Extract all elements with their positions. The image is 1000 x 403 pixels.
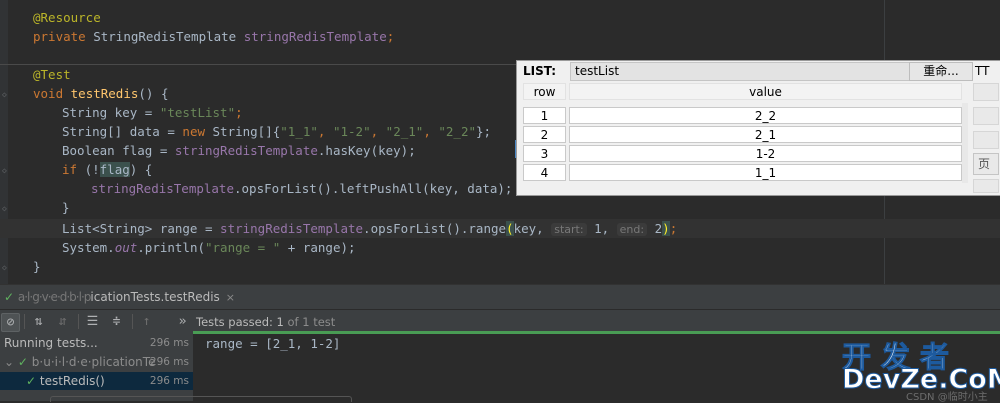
run-tab[interactable]: ✓ a·l·g·v·e·d·b·l·picationTests.testRedi… <box>0 285 235 309</box>
column-header-value[interactable]: value <box>569 83 962 100</box>
code-line-9[interactable]: stringRedisTemplate.opsForList().leftPus… <box>91 179 512 198</box>
rename-button[interactable]: 重命... <box>909 62 973 81</box>
fold-icon[interactable]: ◇ <box>2 263 8 272</box>
code-line-6[interactable]: String[] data = new String[]{"1_1", "1-2… <box>62 122 491 141</box>
duration-label: 296 ms <box>149 356 189 368</box>
code-line-5[interactable]: String key = "testList"; <box>62 103 243 122</box>
side-panel-box <box>973 107 999 125</box>
row-index-cell: 4 <box>523 164 566 181</box>
toolbar-divider <box>78 314 79 329</box>
value-cell: 1_1 <box>569 164 962 181</box>
toolbar-divider <box>24 314 25 329</box>
redis-list-viewer: LIST: testList 重命... TT row value 1 2_2 … <box>516 60 1000 196</box>
row-index-cell: 1 <box>523 107 566 124</box>
value-cell: 1-2 <box>569 145 962 162</box>
test-tree: Running tests... 296 ms ⌄ ✓ b·u·i·l·d·e·… <box>0 334 193 401</box>
side-panel-box <box>973 179 999 193</box>
code-line-12[interactable]: System.out.println("range = " + range); <box>62 238 356 257</box>
tree-item-class[interactable]: ⌄ ✓ b·u·i·l·d·e·plicationTe 296 ms <box>0 353 193 371</box>
fold-icon[interactable]: ◇ <box>2 90 8 99</box>
method-separator <box>0 64 516 65</box>
code-line-8[interactable]: if (!flag) { <box>62 160 152 179</box>
close-icon[interactable]: × <box>226 291 235 304</box>
run-tool-window-header: ✓ a·l·g·v·e·d·b·l·picationTests.testRedi… <box>0 284 1000 309</box>
fold-icon[interactable]: ◇ <box>2 204 8 213</box>
code-line-10[interactable]: } <box>62 198 70 217</box>
code-line-4[interactable]: void testRedis() { <box>33 84 168 103</box>
expand-arrow-icon[interactable]: ⌄ <box>0 355 14 369</box>
run-config-icon: ✓ <box>4 290 15 304</box>
console-text: range = [2_1, 1-2] <box>205 336 341 351</box>
page-button[interactable]: 页 <box>973 153 999 175</box>
check-icon: ✓ <box>17 355 28 369</box>
tooltip-edge <box>50 396 352 402</box>
code-line-3[interactable]: @Test <box>33 65 71 84</box>
row-index-cell: 2 <box>523 126 566 143</box>
table-row[interactable]: 1 2_2 <box>523 107 968 124</box>
param-hint-start: start: <box>551 223 587 236</box>
list-type-label: LIST: <box>523 64 557 78</box>
table-header: row value <box>523 83 968 100</box>
stop-icon[interactable]: ⊘ <box>1 313 20 332</box>
code-line-7[interactable]: Boolean flag = stringRedisTemplate.hasKe… <box>62 141 416 160</box>
fold-icon[interactable]: ◇ <box>2 166 8 175</box>
table-row[interactable]: 2 2_1 <box>523 126 968 143</box>
row-index-cell: 3 <box>523 145 566 162</box>
code-line-1[interactable]: @Resource <box>33 8 101 27</box>
value-cell: 2_1 <box>569 126 962 143</box>
side-panel-box <box>973 131 999 149</box>
tree-item-label: testRedis() <box>39 374 105 388</box>
sort-duration-icon[interactable]: ⇵ <box>54 313 71 330</box>
editor-gutter <box>0 0 8 284</box>
code-line-13[interactable]: } <box>33 257 41 276</box>
code-line-11[interactable]: List<String> range = stringRedisTemplate… <box>62 219 677 238</box>
tree-item-method[interactable]: ✓ testRedis() 296 ms <box>0 372 193 390</box>
tree-item-label: Running tests... <box>4 336 98 350</box>
duration-label: 296 ms <box>149 337 189 349</box>
table-row[interactable]: 4 1_1 <box>523 164 968 181</box>
collapse-all-icon[interactable]: ≑ <box>108 313 125 330</box>
side-panel-box <box>973 83 999 101</box>
check-icon: ✓ <box>26 374 37 388</box>
table-row[interactable]: 3 1-2 <box>523 145 968 162</box>
table-scrollbar[interactable] <box>962 103 968 183</box>
param-hint-end: end: <box>616 223 648 236</box>
code-line-2[interactable]: private StringRedisTemplate stringRedisT… <box>33 27 394 46</box>
sort-alpha-icon[interactable]: ⇅ <box>30 313 47 330</box>
column-header-row[interactable]: row <box>523 83 566 100</box>
toolbar-divider <box>132 314 133 329</box>
tree-item-root[interactable]: Running tests... 296 ms <box>0 334 193 352</box>
ttl-label: TT <box>975 64 990 78</box>
tree-item-label: b·u·i·l·d·e·plicationTe <box>31 355 156 369</box>
key-name-field[interactable]: testList <box>570 62 913 81</box>
up-arrow-icon[interactable]: ↑ <box>138 313 155 330</box>
value-cell: 2_2 <box>569 107 962 124</box>
duration-label: 296 ms <box>149 375 189 387</box>
more-chevron-icon[interactable]: » <box>174 313 191 330</box>
expand-all-icon[interactable]: ☰ <box>84 313 101 330</box>
watermark: 开发者 DevZe.CoM CSDN @临时小主 <box>841 334 1000 403</box>
